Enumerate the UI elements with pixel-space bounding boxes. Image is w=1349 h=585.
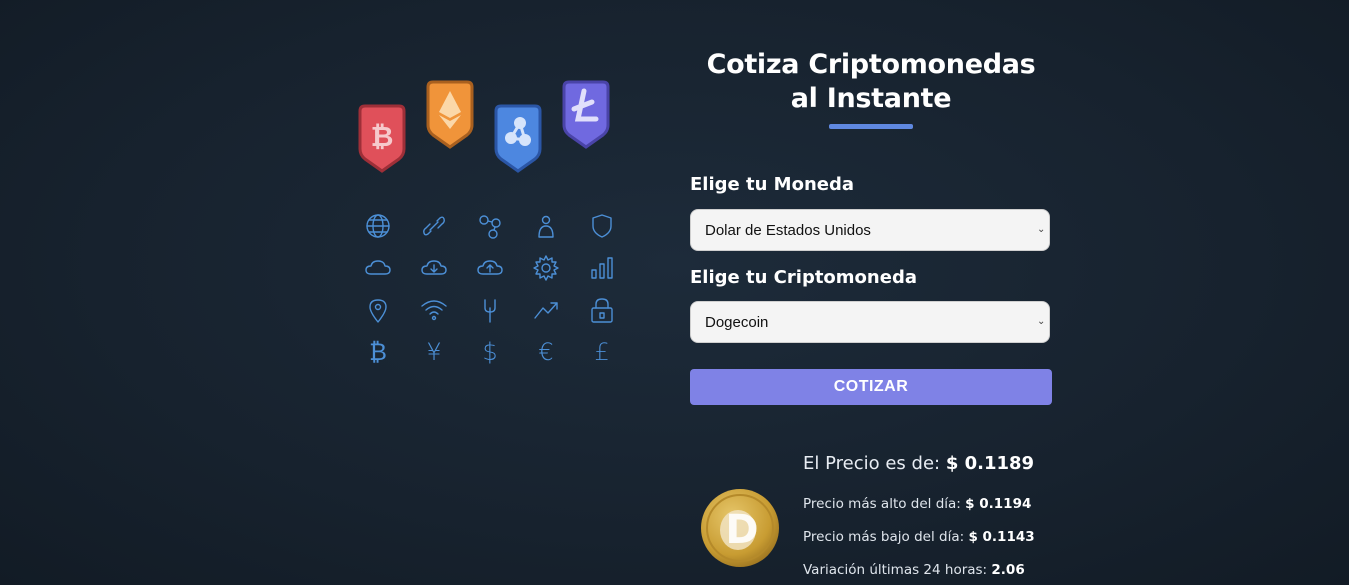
low-price-value: $ 0.1143	[968, 529, 1035, 545]
cloud-upload-icon	[462, 247, 518, 289]
page-title: Cotiza Criptomonedas al Instante	[706, 49, 1036, 114]
euro-icon: €	[538, 338, 554, 366]
title-underline	[829, 124, 913, 129]
cloud-download-icon	[406, 247, 462, 289]
wifi-icon	[406, 289, 462, 331]
pound-icon: £	[594, 338, 610, 366]
quote-result: El Precio es de: $ 0.1189 Precio más alt…	[803, 450, 1103, 578]
high-price-line: Precio más alto del día: $ 0.1194	[803, 495, 1031, 513]
change-24h-value: 2.06	[991, 562, 1025, 578]
cloud-icon	[350, 247, 406, 289]
shield-icon	[574, 205, 630, 247]
submit-quote-button[interactable]: COTIZAR	[690, 369, 1052, 405]
bar-chart-icon	[574, 247, 630, 289]
globe-icon	[350, 205, 406, 247]
lock-icon	[574, 289, 630, 331]
litecoin-badge-icon	[560, 79, 612, 149]
crypto-select[interactable]: Dogecoin ⌄	[690, 301, 1050, 343]
page: ₿ ₿ ¥ $ € £ Cotiza Criptomonedas al Inst…	[0, 0, 1349, 585]
fork-icon	[462, 289, 518, 331]
ripple-badge-icon	[492, 103, 544, 173]
currency-label: Elige tu Moneda	[690, 174, 855, 195]
crypto-label: Elige tu Criptomoneda	[690, 267, 917, 288]
svg-text:₿: ₿	[371, 120, 394, 153]
bitcoin-badge-icon: ₿	[356, 103, 408, 173]
price-value: $ 0.1189	[945, 453, 1035, 474]
currency-select[interactable]: Dolar de Estados Unidos ⌄	[690, 209, 1050, 251]
change-24h-label: Variación últimas 24 horas:	[803, 562, 988, 578]
currency-select-value: Dolar de Estados Unidos	[705, 221, 871, 239]
chevron-down-icon: ⌄	[1037, 316, 1046, 327]
chevron-down-icon: ⌄	[1037, 224, 1046, 235]
feature-icon-grid: ₿ ¥ $ € £	[350, 205, 620, 373]
quote-form: Cotiza Criptomonedas al Instante Elige t…	[690, 48, 1052, 405]
price-label: El Precio es de:	[803, 453, 941, 474]
crypto-select-value: Dogecoin	[705, 313, 769, 331]
dogecoin-logo-icon: D	[700, 488, 780, 568]
network-icon	[462, 205, 518, 247]
dollar-icon: $	[482, 338, 498, 366]
yen-icon: ¥	[426, 338, 442, 366]
location-pin-icon	[350, 289, 406, 331]
crypto-hero-illustration: ₿ ₿ ¥ $ € £	[350, 75, 620, 375]
bitcoin-icon: ₿	[369, 338, 387, 366]
price-line: El Precio es de: $ 0.1189	[803, 450, 1103, 478]
ethereum-badge-icon	[424, 79, 476, 149]
low-price-label: Precio más bajo del día:	[803, 529, 965, 545]
link-icon	[406, 205, 462, 247]
gear-icon	[518, 247, 574, 289]
low-price-line: Precio más bajo del día: $ 0.1143	[803, 528, 1035, 546]
high-price-value: $ 0.1194	[965, 496, 1032, 512]
trend-up-icon	[518, 289, 574, 331]
change-24h-line: Variación últimas 24 horas: 2.06	[803, 561, 1025, 579]
high-price-label: Precio más alto del día:	[803, 496, 961, 512]
person-icon	[518, 205, 574, 247]
svg-text:D: D	[725, 507, 758, 553]
